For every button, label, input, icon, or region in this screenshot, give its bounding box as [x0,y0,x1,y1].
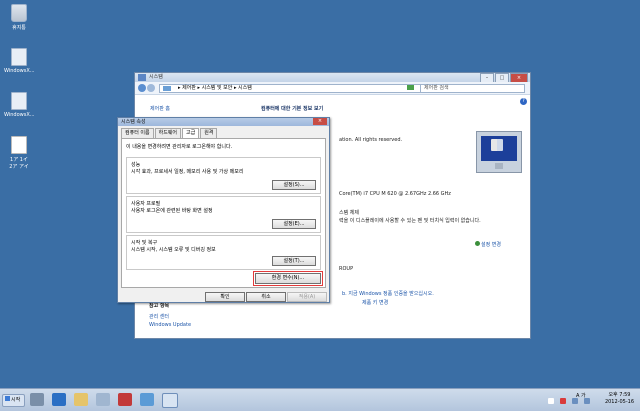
user-profiles-group: 사용자 프로필 사용자 로그온에 관련된 바탕 화면 설정 설정(E)... [126,196,321,233]
ok-button[interactable]: 확인 [205,292,245,302]
dialog-title: 시스템 속성 [121,119,146,125]
group-title: 사용자 프로필 [131,201,161,207]
network-tray-icon[interactable] [572,398,578,404]
desktop-icon-recycle-bin[interactable]: 휴지통 [4,4,34,31]
user-profiles-settings-button[interactable]: 설정(E)... [272,219,316,229]
activate-windows-link[interactable]: b. 지금 Windows 정품 인증을 받으십시오. [342,290,434,297]
page-title: 컴퓨터에 대한 기본 정보 보기 [261,106,324,112]
desktop-icon-label: WindowsX... [4,112,35,118]
forward-button[interactable] [147,84,155,92]
help-icon[interactable]: ? [520,98,527,105]
apply-button[interactable]: 적용(A) [287,292,327,302]
window-title: 시스템 [149,74,163,80]
pen-touch-text: 력을 이 디스플레이에 사용할 수 있는 펜 및 터치식 입력이 없습니다. [339,218,481,224]
shortcut-icon [11,48,27,66]
see-also-heading: 참고 항목 [149,303,170,309]
tab-hardware[interactable]: 하드웨어 [154,128,181,138]
desktop-icon-document[interactable]: 1ア 1イ 2ア アイ [4,136,34,170]
startup-recovery-settings-button[interactable]: 설정(T)... [272,256,316,266]
control-panel-home-link[interactable]: 제어판 홈 [150,105,170,112]
advanced-tab-panel: 이 내용을 변경하려면 관리자로 로그온해야 합니다. 성능 시각 효과, 프로… [121,138,326,288]
admin-note: 이 내용을 변경하려면 관리자로 로그온해야 합니다. [126,144,233,150]
tray-icon[interactable] [548,398,554,404]
dialog-tabs: 컴퓨터 이름 하드웨어 고급 원격 [118,126,329,138]
workgroup-value: ROUP [339,266,354,272]
desktop-icon-windowsx-1[interactable]: WindowsX... [4,48,35,74]
shortcut-icon [11,92,27,110]
taskbar-app-icon[interactable] [96,393,110,406]
desktop-icon-windowsx-2[interactable]: WindowsX... [4,92,35,118]
performance-group: 성능 시각 효과, 프로세서 일정, 메모리 사용 및 가상 메모리 설정(S)… [126,157,321,194]
processor-info: Core(TM) i7 CPU M 620 @ 2.67GHz 2.66 GHz [339,191,451,197]
tab-remote[interactable]: 원격 [200,128,218,138]
group-description: 시스템 시작, 시스템 오류 및 디버깅 정보 [131,247,216,253]
start-label: 시작 [11,397,21,403]
desktop-icon-label: 1ア 1イ 2ア アイ [9,157,29,170]
network-icon[interactable] [140,393,154,406]
dialog-close-button[interactable]: × [313,118,327,125]
document-icon [11,136,27,154]
dialog-titlebar[interactable]: 시스템 속성 × [118,118,329,126]
desktop-icon-label: WindowsX... [4,68,35,74]
taskbar-app-red-icon[interactable] [118,393,132,406]
group-title: 성능 [131,162,141,168]
windows-update-link[interactable]: Windows Update [149,322,191,328]
group-description: 사용자 로그온에 관련된 바탕 화면 설정 [131,208,213,214]
taskbar: 시작 A 가 오후 7:59 2012-05-16 [0,388,640,411]
address-bar: ▸ 제어판 ▸ 시스템 및 보안 ▸ 시스템 제어판 검색 [135,82,530,95]
clock-date: 2012-05-16 [604,399,634,405]
refresh-button[interactable] [407,85,414,90]
copyright-text: ation. All rights reserved. [339,137,403,143]
control-panel-icon [163,86,171,91]
server-manager-icon[interactable] [30,393,44,406]
windows-flag-icon [5,396,10,401]
tab-computer-name[interactable]: 컴퓨터 이름 [121,128,154,138]
system-window-taskbar-button[interactable] [162,393,178,408]
change-settings-link[interactable]: 설정 변경 [475,241,501,248]
powershell-icon[interactable] [52,393,66,406]
tab-advanced[interactable]: 고급 [182,128,200,138]
windows-logo-icon [476,131,522,173]
breadcrumb-text: ▸ 제어판 ▸ 시스템 및 보안 ▸ 시스템 [178,85,252,91]
action-center-link[interactable]: 관리 센터 [149,313,169,320]
startup-recovery-group: 시작 및 복구 시스템 시작, 시스템 오류 및 디버깅 정보 설정(T)... [126,235,321,270]
start-button[interactable]: 시작 [2,394,25,407]
group-title: 시작 및 복구 [131,240,158,246]
recycle-bin-icon [11,4,27,22]
clock[interactable]: 오후 7:59 2012-05-16 [605,392,634,406]
explorer-folder-icon[interactable] [74,393,88,406]
volume-tray-icon[interactable] [584,398,590,404]
change-product-key-link[interactable]: 제품 키 변경 [362,299,388,306]
group-description: 시각 효과, 프로세서 일정, 메모리 사용 및 가상 메모리 [131,169,244,175]
cancel-button[interactable]: 취소 [246,292,286,302]
clock-time: 오후 7:59 [608,392,631,398]
window-titlebar[interactable]: 시스템 – □ × [135,73,530,83]
system-window-icon [138,74,146,81]
tray-alert-icon[interactable] [560,398,566,404]
environment-variables-button[interactable]: 환경 변수(N)... [253,271,323,286]
search-input[interactable]: 제어판 검색 [420,84,525,93]
back-button[interactable] [138,84,146,92]
system-type-text: 스템 체제 [339,210,359,216]
desktop-icon-label: 휴지통 [12,25,26,31]
system-properties-dialog: 시스템 속성 × 컴퓨터 이름 하드웨어 고급 원격 이 내용을 변경하려면 관… [117,117,330,303]
performance-settings-button[interactable]: 설정(S)... [272,180,316,190]
